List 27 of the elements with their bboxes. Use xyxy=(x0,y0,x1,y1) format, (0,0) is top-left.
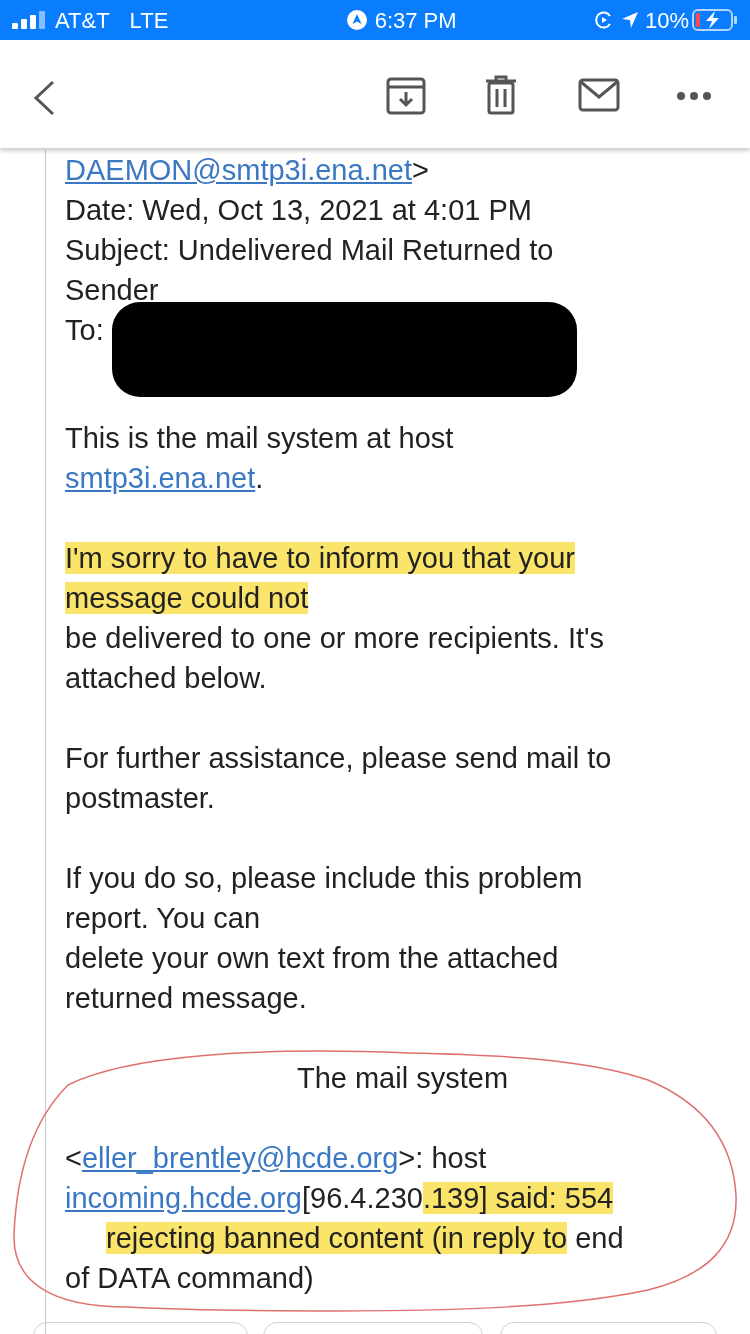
navigation-icon xyxy=(346,10,367,30)
link[interactable]: eller_brentley@hcde.org xyxy=(81,1142,399,1174)
header-line: Subject: Undelivered Mail Returned to xyxy=(65,233,555,268)
header-line: Date: Wed, Oct 13, 2021 at 4:01 PM xyxy=(65,193,533,228)
archive-icon[interactable] xyxy=(386,77,426,115)
link[interactable]: smtp3i.ena.net xyxy=(65,462,256,494)
rotation-lock-icon xyxy=(594,11,613,29)
paragraph: I'm sorry to have to inform you that your message could not be delivered to one or more recipients. It's attached below. xyxy=(65,541,606,696)
paragraph: The mail system xyxy=(295,1061,510,1096)
header-line: DAEMON@smtp3i.ena.net> xyxy=(65,153,430,188)
header-line: Sender xyxy=(65,273,160,308)
link[interactable]: DAEMON@smtp3i.ena.net xyxy=(65,154,412,186)
paragraph: This is the mail system at host smtp3i.ena.net. xyxy=(65,421,455,496)
trash-icon[interactable] xyxy=(485,75,517,115)
carrier-name: AT&T xyxy=(55,6,110,35)
paragraph: <eller_brentley@hcde.org>: host incoming.hcde.org[96.4.230.139] said: 554 rejecting banned content (in reply to end of DATA command) xyxy=(65,1141,625,1296)
clock: 6:37 PM xyxy=(374,6,457,35)
location-icon xyxy=(620,11,639,29)
more-icon[interactable] xyxy=(676,91,712,101)
signal-icon xyxy=(12,11,48,29)
paragraph: If you do so, please include this problem report. You can delete your own text from the attached returned message. xyxy=(65,861,584,1016)
battery-percentage: 10% xyxy=(644,6,689,35)
link[interactable]: incoming.hcde.org xyxy=(65,1182,302,1214)
network-type: LTE xyxy=(129,6,169,35)
paragraph: For further assistance, please send mail to postmaster. xyxy=(65,741,613,816)
mail-icon[interactable] xyxy=(578,78,620,112)
back-icon[interactable] xyxy=(32,80,56,116)
